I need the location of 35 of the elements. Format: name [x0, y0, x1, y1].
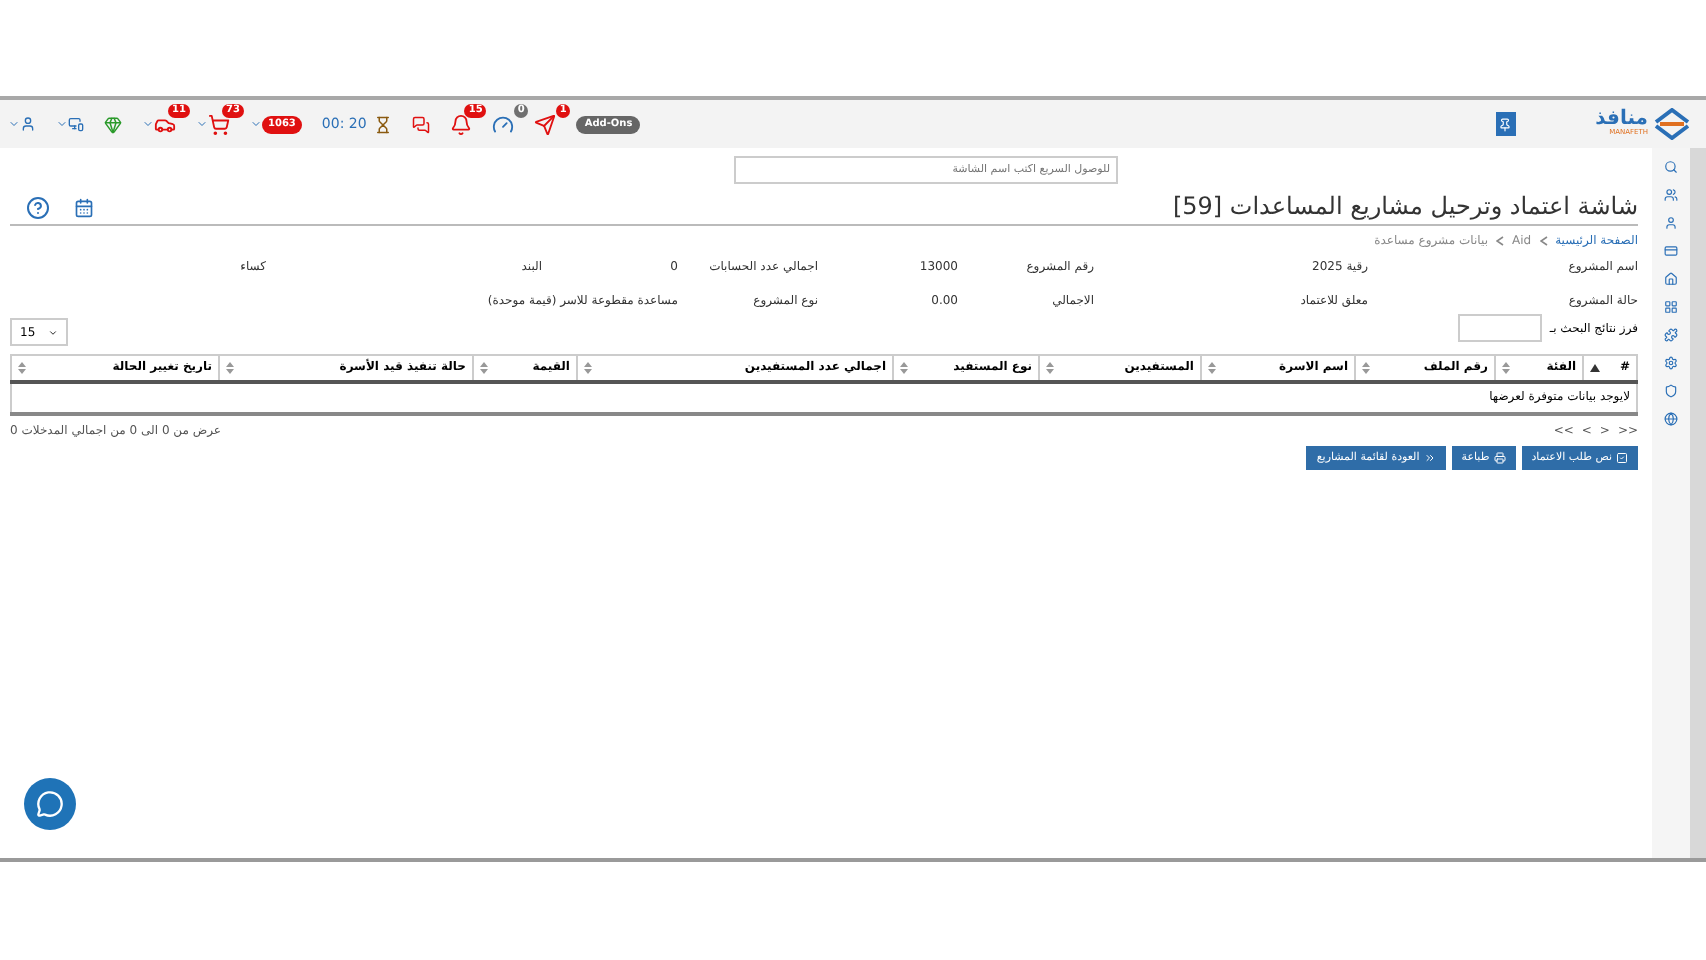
sort-field[interactable] — [1457, 314, 1542, 342]
user-icon[interactable] — [20, 116, 36, 132]
devices-icon[interactable] — [68, 116, 84, 132]
check-icon — [1616, 451, 1628, 463]
send-icon[interactable] — [534, 113, 557, 135]
gem-icon[interactable] — [104, 115, 122, 133]
settings-icon[interactable] — [1664, 356, 1679, 370]
hourglass-icon — [374, 115, 393, 133]
grid-icon[interactable] — [1664, 300, 1679, 314]
chat-icon[interactable] — [412, 115, 431, 133]
help-icon[interactable] — [26, 196, 50, 220]
page-title: شاشة اعتماد وترحيل مشاريع المساعدات [59] — [1172, 192, 1638, 220]
chevron-icon — [1539, 236, 1548, 246]
double-chevron-icon — [1423, 451, 1436, 463]
logo-icon — [1654, 108, 1690, 140]
chat-icon — [36, 790, 64, 818]
gauge-icon[interactable] — [492, 113, 515, 135]
chevron-icon — [1496, 236, 1504, 246]
card-icon[interactable] — [1664, 244, 1679, 258]
puzzle-icon[interactable] — [1664, 328, 1679, 342]
search-icon[interactable] — [1664, 160, 1679, 174]
logo-text: منافذ — [1595, 110, 1648, 131]
caret-icon — [47, 327, 58, 337]
bell-icon[interactable] — [450, 113, 473, 135]
scrollbar[interactable] — [1690, 148, 1706, 858]
chat-button[interactable] — [24, 778, 76, 830]
shield-icon[interactable] — [1664, 384, 1679, 398]
pin-button[interactable] — [1495, 112, 1516, 136]
users-icon[interactable] — [1664, 188, 1679, 202]
calendar-icon[interactable] — [74, 198, 94, 218]
home-icon[interactable] — [1664, 272, 1679, 286]
cart-icon[interactable] — [208, 113, 230, 135]
globe-icon[interactable] — [1664, 412, 1679, 426]
user-icon[interactable] — [1664, 216, 1679, 230]
printer-icon — [1493, 451, 1506, 463]
